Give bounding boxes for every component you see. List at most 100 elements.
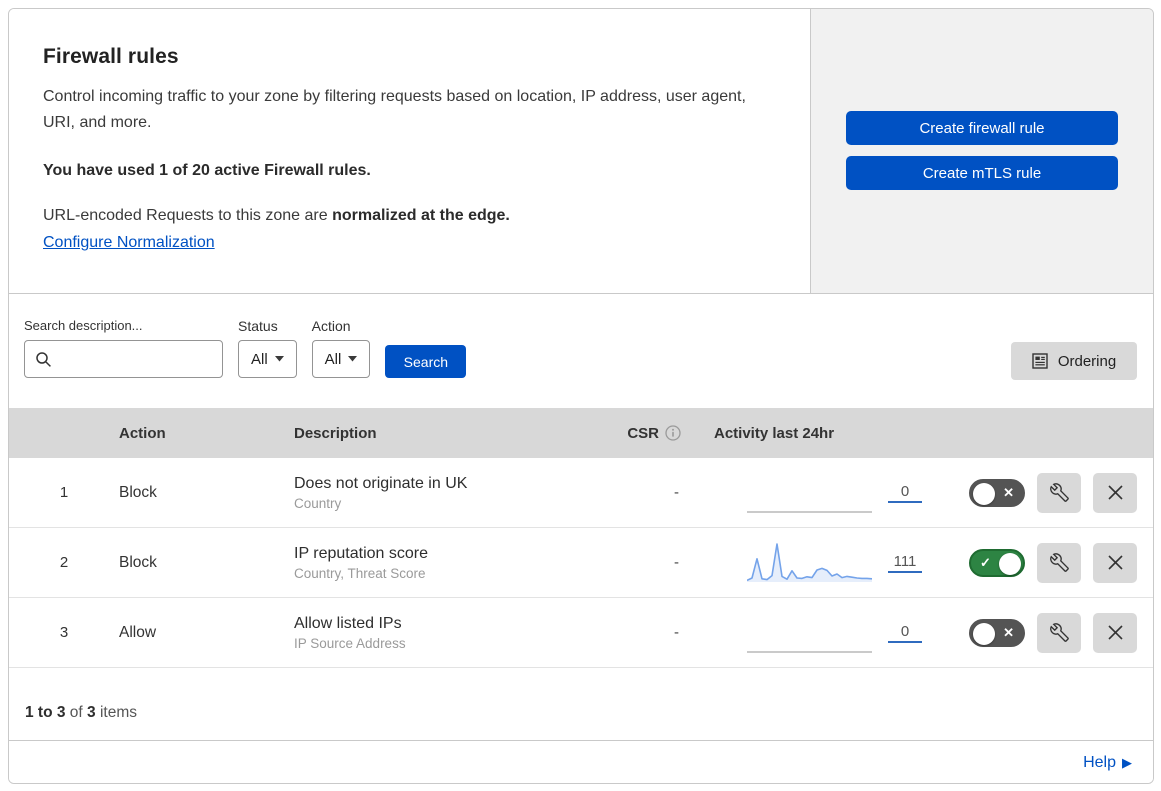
activity-count-link[interactable]: 111 <box>888 553 922 573</box>
close-icon <box>1107 625 1123 640</box>
rule-activity-cell: 0 <box>699 472 939 514</box>
toggle-check-icon: ✓ <box>980 554 991 570</box>
rule-description-cell: Allow listed IPs IP Source Address <box>294 615 614 651</box>
chevron-down-icon <box>348 356 358 362</box>
rule-enabled-toggle[interactable]: ✓ ✕ <box>969 548 1025 577</box>
rule-description: IP reputation score <box>294 544 429 562</box>
rule-action: Block <box>119 553 157 571</box>
rule-action: Allow <box>119 623 157 641</box>
status-value: All <box>251 350 268 368</box>
activity-sparkline <box>747 650 872 653</box>
delete-rule-button[interactable] <box>1093 612 1137 653</box>
ordering-label: Ordering <box>1057 352 1117 370</box>
normalization-bold: normalized at the edge. <box>332 207 510 225</box>
items-word: items <box>95 704 137 721</box>
rule-description-cell: Does not originate in UK Country <box>294 475 614 511</box>
activity-sparkline <box>747 510 872 513</box>
rule-controls: ✓ ✕ <box>939 542 1153 583</box>
chevron-down-icon <box>274 356 284 362</box>
ordering-button[interactable]: Ordering <box>1011 342 1137 380</box>
normalization-note: URL-encoded Requests to this zone are no… <box>43 207 770 225</box>
column-csr: CSR <box>614 425 699 442</box>
items-range: 1 to 3 <box>25 704 66 721</box>
wrench-icon <box>1049 483 1069 502</box>
items-of: of <box>65 704 88 721</box>
rule-priority: 3 <box>59 624 69 641</box>
search-label: Search description... <box>24 318 143 333</box>
table-row: 2 Block IP reputation score Country, Thr… <box>9 528 1153 598</box>
search-button[interactable]: Search <box>385 345 467 378</box>
rule-description: Does not originate in UK <box>294 474 468 492</box>
rule-activity-cell: 0 <box>699 612 939 654</box>
delete-rule-button[interactable] <box>1093 472 1137 513</box>
action-dropdown[interactable]: All <box>311 340 371 378</box>
close-icon <box>1107 555 1123 570</box>
usage-summary: You have used 1 of 20 active Firewall ru… <box>43 162 371 180</box>
close-icon <box>1107 485 1123 500</box>
table-row: 3 Allow Allow listed IPs IP Source Addre… <box>9 598 1153 668</box>
help-arrow-icon: ▶ <box>1122 754 1132 770</box>
rule-controls: ✓ ✕ <box>939 612 1153 653</box>
search-input[interactable] <box>25 341 222 377</box>
search-box <box>24 340 223 378</box>
ordering-list-icon <box>1032 353 1048 369</box>
header-text-block: Firewall rules Control incoming traffic … <box>9 9 810 293</box>
create-mtls-rule-button[interactable]: Create mTLS rule <box>846 156 1118 190</box>
toggle-knob <box>999 552 1021 575</box>
edit-rule-button[interactable] <box>1037 472 1081 513</box>
wrench-icon <box>1049 623 1069 642</box>
rule-action: Block <box>119 483 157 501</box>
rule-csr-value: - <box>674 554 679 571</box>
activity-sparkline <box>747 542 872 582</box>
help-link[interactable]: Help ▶ <box>1083 754 1132 772</box>
activity-count-link[interactable]: 0 <box>888 623 922 643</box>
rule-enabled-toggle[interactable]: ✓ ✕ <box>969 478 1025 507</box>
firewall-rules-panel: Firewall rules Control incoming traffic … <box>8 8 1154 784</box>
page-title: Firewall rules <box>43 45 179 68</box>
toggle-cross-icon: ✕ <box>1003 484 1014 500</box>
help-label: Help <box>1083 753 1116 771</box>
search-filter-group: Search description... <box>24 318 223 378</box>
edit-rule-button[interactable] <box>1037 612 1081 653</box>
rule-controls: ✓ ✕ <box>939 472 1153 513</box>
items-total: 3 <box>87 704 96 721</box>
action-value: All <box>324 350 342 368</box>
rule-csr-value: - <box>674 624 679 641</box>
edit-rule-button[interactable] <box>1037 542 1081 583</box>
rule-priority: 2 <box>59 554 69 571</box>
help-row: Help ▶ <box>9 740 1153 783</box>
activity-count-link[interactable]: 0 <box>888 483 922 503</box>
normalization-prefix: URL-encoded Requests to this zone are <box>43 207 333 225</box>
csr-label: CSR <box>627 424 659 442</box>
action-filter-group: Action All <box>311 318 371 378</box>
rule-criteria: IP Source Address <box>294 635 406 651</box>
rule-description-cell: IP reputation score Country, Threat Scor… <box>294 545 614 581</box>
header-actions-panel: Create firewall rule Create mTLS rule <box>810 9 1153 293</box>
rule-priority: 1 <box>59 484 69 501</box>
header-section: Firewall rules Control incoming traffic … <box>9 9 1153 294</box>
table-row: 1 Block Does not originate in UK Country… <box>9 458 1153 528</box>
column-activity: Activity last 24hr <box>714 424 835 442</box>
toggle-cross-icon: ✕ <box>1003 624 1014 640</box>
action-label: Action <box>311 318 351 334</box>
info-icon[interactable] <box>665 425 681 441</box>
configure-normalization-link[interactable]: Configure Normalization <box>43 234 215 252</box>
status-label: Status <box>238 318 278 334</box>
status-filter-group: Status All <box>238 318 297 378</box>
rule-criteria: Country <box>294 495 342 511</box>
pagination-summary: 1 to 3 of 3 items <box>9 668 1153 740</box>
toggle-knob <box>973 622 995 645</box>
table-header: Action Description CSR Activity last 24h… <box>9 408 1153 458</box>
column-action: Action <box>119 424 166 442</box>
wrench-icon <box>1049 553 1069 572</box>
filter-bar: Search description... Status All Action <box>9 294 1153 408</box>
rule-csr-value: - <box>674 484 679 501</box>
page-description: Control incoming traffic to your zone by… <box>43 88 746 131</box>
status-dropdown[interactable]: All <box>238 340 297 378</box>
rule-description: Allow listed IPs <box>294 614 402 632</box>
rule-enabled-toggle[interactable]: ✓ ✕ <box>969 618 1025 647</box>
search-icon <box>35 351 52 373</box>
delete-rule-button[interactable] <box>1093 542 1137 583</box>
create-firewall-rule-button[interactable]: Create firewall rule <box>846 111 1118 145</box>
toggle-knob <box>973 482 995 505</box>
